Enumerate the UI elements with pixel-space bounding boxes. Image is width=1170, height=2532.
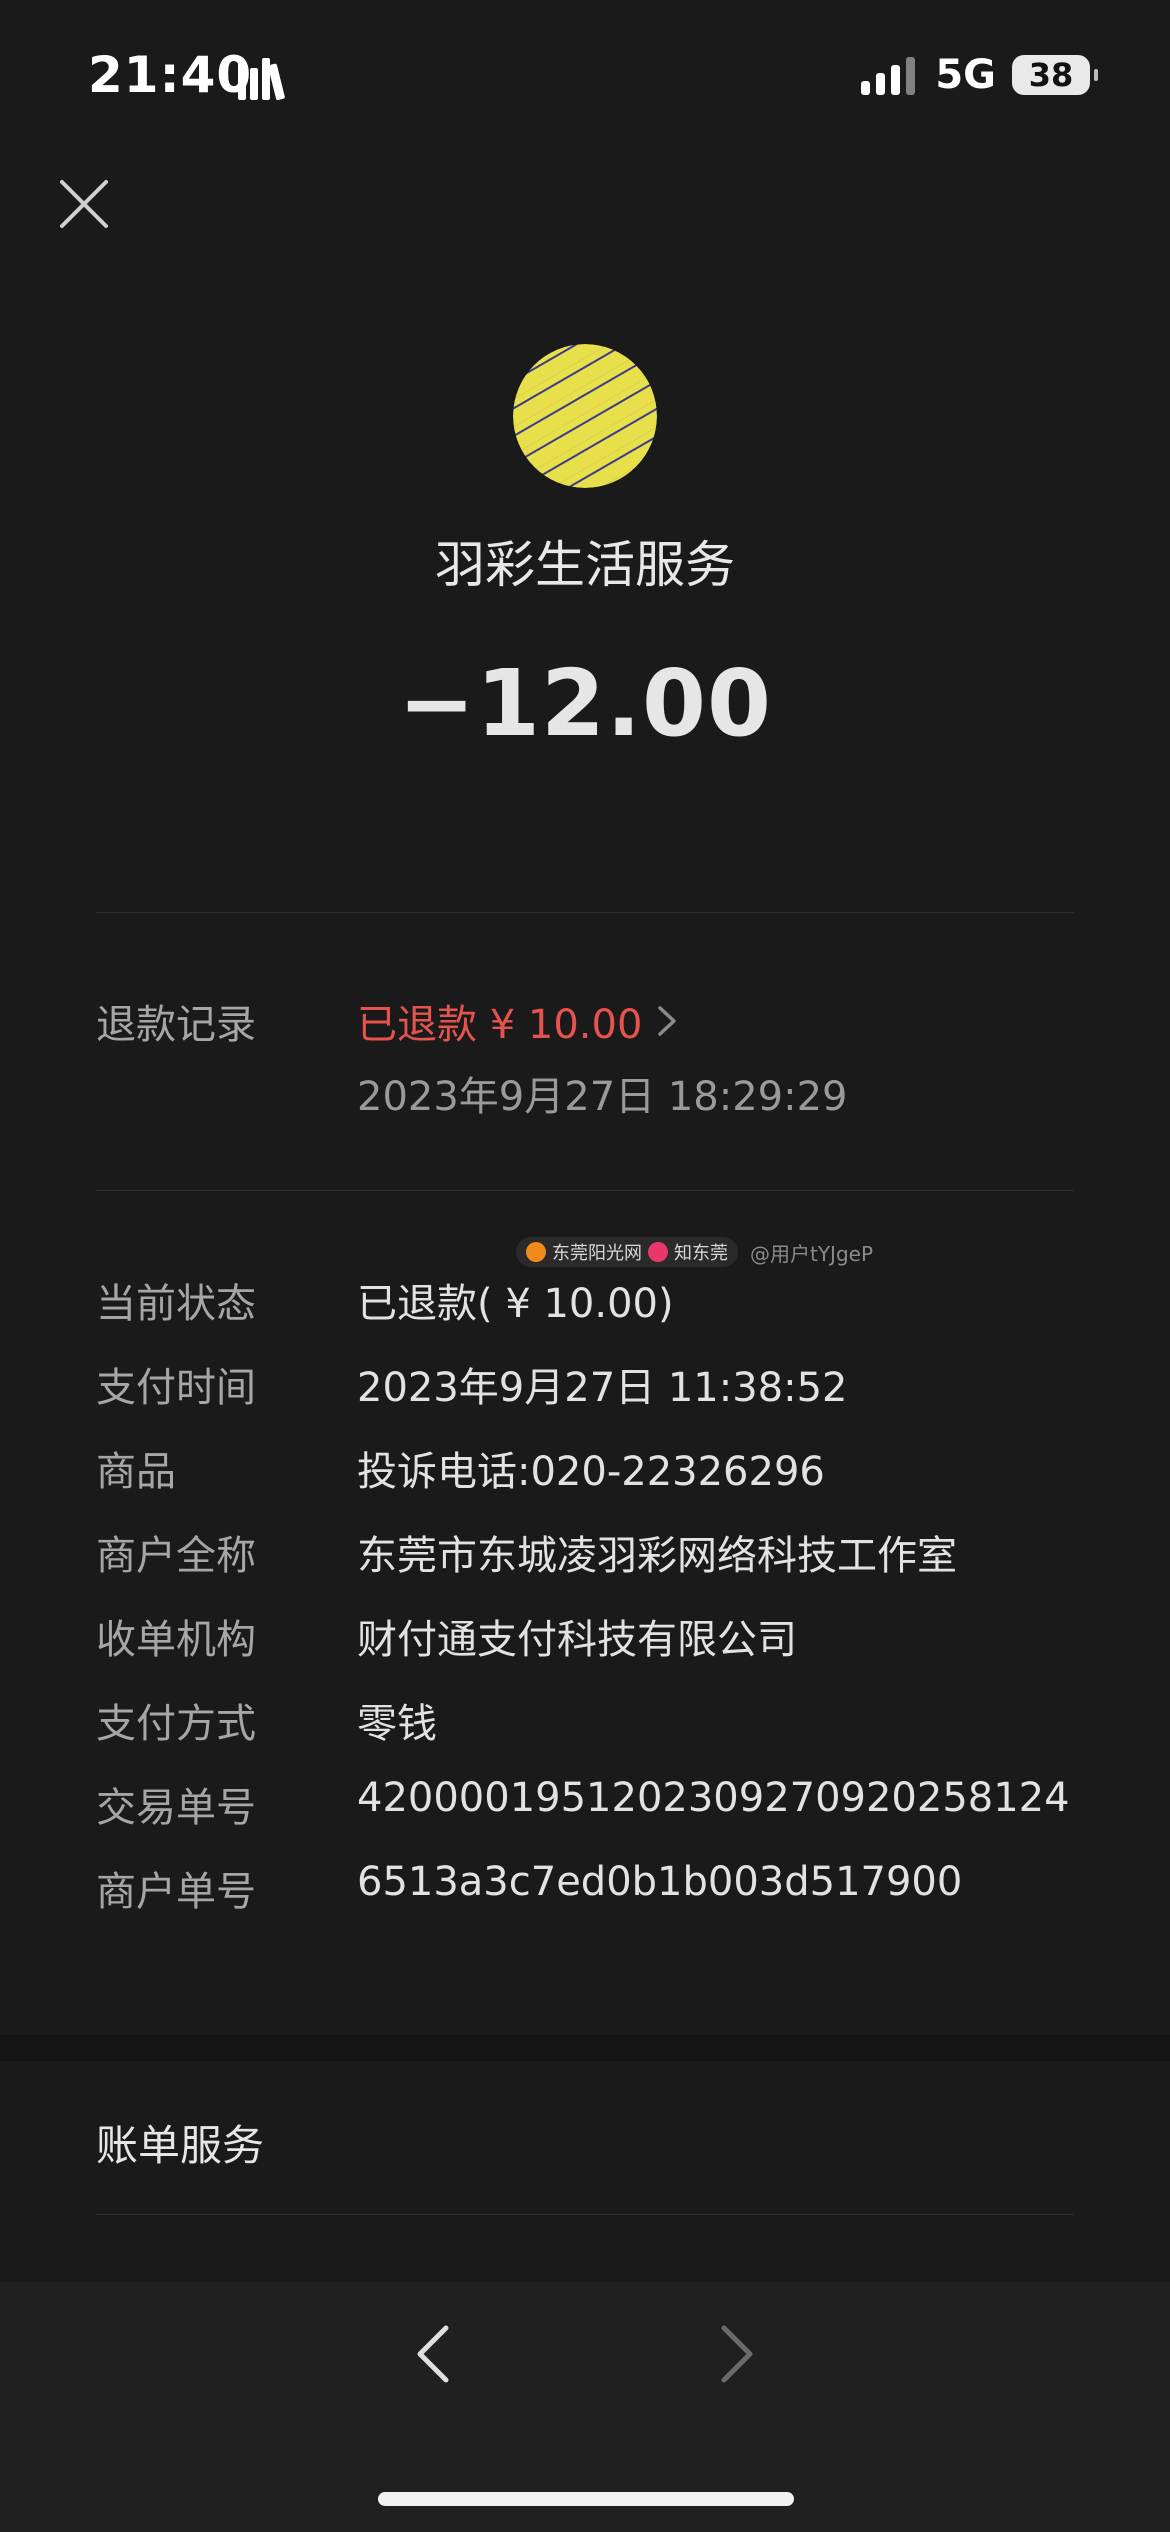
detail-value-acquirer: 财付通支付科技有限公司 (357, 1617, 797, 1663)
bill-service-item[interactable]: 账单服务 (96, 2112, 264, 2173)
refund-record-label: 退款记录 (96, 1002, 256, 1048)
transaction-amount: −12.00 (397, 650, 773, 757)
refund-record-link[interactable]: 已退款 ¥ 10.00 (357, 992, 678, 1050)
watermark-brand: 东莞阳光网 知东莞 (516, 1237, 738, 1267)
merchant-name: 羽彩生活服务 (435, 536, 735, 594)
sun-logo-icon (526, 1242, 546, 1262)
zhidongguan-logo-icon (648, 1242, 668, 1262)
detail-label: 商户全称 (96, 1533, 256, 1579)
detail-label: 商品 (96, 1449, 176, 1495)
detail-value-merchant-full-name: 东莞市东城凌羽彩网络科技工作室 (357, 1533, 957, 1579)
refund-time: 2023年9月27日 18:29:29 (357, 1074, 848, 1120)
chevron-right-icon (658, 1006, 677, 1036)
detail-label: 商户单号 (96, 1869, 256, 1915)
detail-label: 收单机构 (96, 1617, 256, 1663)
detail-label: 交易单号 (96, 1785, 256, 1831)
battery-icon: 38 (1012, 55, 1098, 95)
detail-value-pay-time: 2023年9月27日 11:38:52 (357, 1365, 848, 1411)
chevron-left-icon[interactable] (410, 2322, 458, 2386)
detail-label: 当前状态 (96, 1281, 256, 1327)
detail-label: 支付方式 (96, 1701, 256, 1747)
detail-value-status: 已退款( ¥ 10.00) (357, 1281, 674, 1327)
detail-value-product: 投诉电话:020-22326296 (357, 1449, 825, 1495)
status-indicators: 5G 38 (861, 52, 1098, 98)
refund-status: 已退款 ¥ 10.00 (357, 1002, 643, 1048)
divider (96, 912, 1074, 913)
network-type: 5G (935, 52, 996, 98)
detail-value-transaction-id[interactable]: 4200001951202309270920258124 (357, 1775, 1070, 1821)
status-bar: 21:40 5G 38 (0, 0, 1170, 150)
detail-value-merchant-order-id[interactable]: 6513a3c7ed0b1b003d517900 (357, 1859, 962, 1905)
divider (96, 1190, 1074, 1191)
chevron-right-icon[interactable] (712, 2322, 760, 2386)
close-icon[interactable] (52, 172, 116, 236)
battery-level: 38 (1028, 56, 1074, 94)
divider (96, 2214, 1074, 2215)
library-icon (238, 58, 285, 100)
status-time: 21:40 (88, 46, 253, 104)
section-separator (0, 2035, 1170, 2061)
detail-value-payment-method: 零钱 (357, 1701, 437, 1747)
watermark: 东莞阳光网 知东莞 @用户tYJgeP (516, 1236, 873, 1268)
detail-label: 支付时间 (96, 1365, 256, 1411)
home-indicator[interactable] (378, 2492, 794, 2506)
signal-icon (861, 55, 919, 95)
watermark-user: @用户tYJgeP (750, 1241, 874, 1266)
merchant-logo (513, 344, 657, 488)
